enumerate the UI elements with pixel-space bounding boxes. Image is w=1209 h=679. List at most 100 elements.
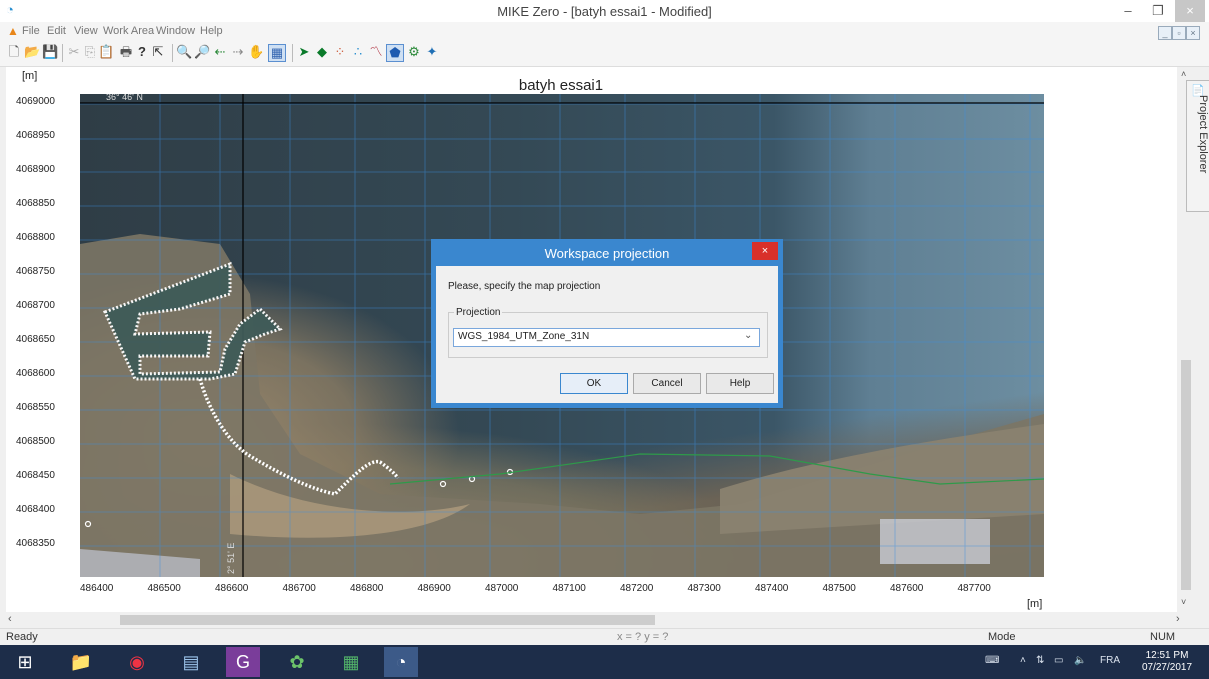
menu-window[interactable]: Window [156,25,195,37]
longitude-label: 2° 51' E [226,543,236,574]
zoom-next-icon[interactable]: ⇢ [230,44,246,60]
scroll-up-icon[interactable]: ˄ [1181,69,1186,79]
scroll-down-icon[interactable]: ˅ [1181,597,1186,607]
language-indicator[interactable]: FRA [1100,655,1120,666]
help-icon[interactable]: ? [134,44,150,60]
point-tool-icon[interactable]: ◆ [314,44,330,60]
menu-file[interactable]: File [22,25,40,37]
y-tick-label: 4068800 [16,232,55,243]
x-axis-unit: [m] [1027,598,1043,610]
menu-bar: ▲ File Edit View Work Area Window Help _… [0,22,1209,40]
horizontal-scroll-thumb[interactable] [120,615,655,625]
zoom-in-icon[interactable]: 🔍 [176,44,192,60]
taskbar: ⊞ 📁 ◉ ▤ G ✿ ▦ ◔ ⌨ ˄ ⇅ ▭ 🔈 FRA 12:51 PM 0… [0,645,1209,679]
mike-zero-icon[interactable]: ◔ [384,647,418,677]
chrome-icon[interactable]: ◉ [120,647,154,677]
menu-edit[interactable]: Edit [47,25,66,37]
y-tick-label: 4068850 [16,198,55,209]
dialog-body: Please, specify the map projection Proje… [436,266,778,403]
maximize-button[interactable]: ❐ [1143,0,1173,22]
y-tick-label: 4068400 [16,504,55,515]
dialog-close-button[interactable]: × [752,242,778,260]
x-tick-label: 486900 [417,583,451,594]
arc-tool-icon[interactable]: ∴ [350,44,366,60]
pan-icon[interactable]: ✋ [248,44,264,60]
vertical-scroll-thumb[interactable] [1181,360,1191,590]
minimize-button[interactable]: – [1113,0,1143,22]
clock[interactable]: 12:51 PM 07/27/2017 [1136,650,1198,674]
project-explorer-label: Project Explorer [1197,95,1209,174]
grid-icon[interactable]: ▦ [268,44,286,62]
y-tick-label: 4068600 [16,368,55,379]
mdi-minimize-button[interactable]: _ [1158,26,1172,40]
clock-time: 12:51 PM [1145,650,1189,661]
keyboard-icon[interactable]: ⌨ [985,655,999,666]
window-title: MIKE Zero - [batyh essai1 - Modified] [497,4,712,19]
x-tick-label: 487600 [890,583,924,594]
x-tick-label: 486700 [282,583,316,594]
save-icon[interactable]: 💾 [42,44,58,60]
projection-select[interactable]: WGS_1984_UTM_Zone_31N ⌄ [453,328,760,347]
scroll-right-icon[interactable]: › [1176,613,1180,625]
x-tick-label: 487000 [485,583,519,594]
open-folder-icon[interactable]: 📂 [24,44,40,60]
y-tick-label: 4068550 [16,402,55,413]
close-button[interactable]: × [1175,0,1205,22]
menu-work-area[interactable]: Work Area [103,25,154,37]
projection-select-value: WGS_1984_UTM_Zone_31N [458,331,590,342]
paste-icon[interactable]: 📋 [98,44,114,60]
scroll-left-icon[interactable]: ‹ [8,613,12,625]
help-button[interactable]: Help [706,373,774,394]
dialog-prompt: Please, specify the map projection [448,281,601,292]
scatter-tool-icon[interactable]: ⁘ [332,44,348,60]
projection-group-label: Projection [454,307,503,318]
shoreline-point [439,480,447,488]
clock-date: 07/27/2017 [1141,662,1193,673]
start-icon[interactable]: ⊞ [8,647,42,677]
ok-button[interactable]: OK [560,373,628,394]
mesh-tool-icon[interactable]: ⚙ [406,44,422,60]
y-tick-label: 4068350 [16,538,55,549]
y-tick-label: 4068700 [16,300,55,311]
new-file-icon[interactable]: 🗋 [6,44,22,60]
copy-icon[interactable]: ⎘ [82,44,98,60]
title-bar: ◔ MIKE Zero - [batyh essai1 - Modified] … [0,0,1209,23]
x-tick-label: 486600 [215,583,249,594]
menu-help[interactable]: Help [200,25,223,37]
x-tick-label: 487300 [687,583,721,594]
mdi-close-button[interactable]: × [1186,26,1200,40]
cut-icon[interactable]: ✂ [66,44,82,60]
y-tick-label: 4069000 [16,96,55,107]
x-tick-label: 486800 [350,583,384,594]
dialog-title: Workspace projection [544,246,670,261]
chevron-down-icon[interactable]: ⌄ [744,330,752,341]
y-tick-label: 4068650 [16,334,55,345]
print-icon[interactable]: 🖶 [118,44,134,60]
x-tick-label: 486500 [147,583,181,594]
pdf-app-icon[interactable]: G [226,647,260,677]
battery-icon[interactable]: ▭ [1054,655,1063,666]
zoom-previous-icon[interactable]: ⇠ [212,44,228,60]
excel-icon[interactable]: ▦ [334,647,368,677]
polyline-tool-icon[interactable]: 〽 [368,44,384,60]
mdi-restore-button[interactable]: ▫ [1172,26,1186,40]
polygon-tool-icon[interactable]: ⬟ [386,44,404,62]
x-tick-label: 487700 [957,583,991,594]
plot-title: batyh essai1 [518,77,604,94]
zoom-out-icon[interactable]: 🔎 [194,44,210,60]
triangulate-tool-icon[interactable]: ✦ [424,44,440,60]
x-tick-label: 487400 [755,583,789,594]
cancel-button[interactable]: Cancel [633,373,701,394]
app-menu-icon[interactable]: ▲ [7,24,19,38]
greenhouse-area [880,519,990,564]
toolbar-separator [172,44,173,62]
file-explorer-icon[interactable]: 📁 [64,647,98,677]
volume-icon[interactable]: 🔈 [1074,655,1086,666]
gis-app-icon[interactable]: ✿ [280,647,314,677]
context-help-icon[interactable]: ⇱ [150,44,166,60]
select-arrow-icon[interactable]: ➤ [296,44,312,60]
notepad-icon[interactable]: ▤ [174,647,208,677]
tray-up-icon[interactable]: ˄ [1020,655,1026,666]
menu-view[interactable]: View [74,25,98,37]
network-icon[interactable]: ⇅ [1036,655,1044,666]
